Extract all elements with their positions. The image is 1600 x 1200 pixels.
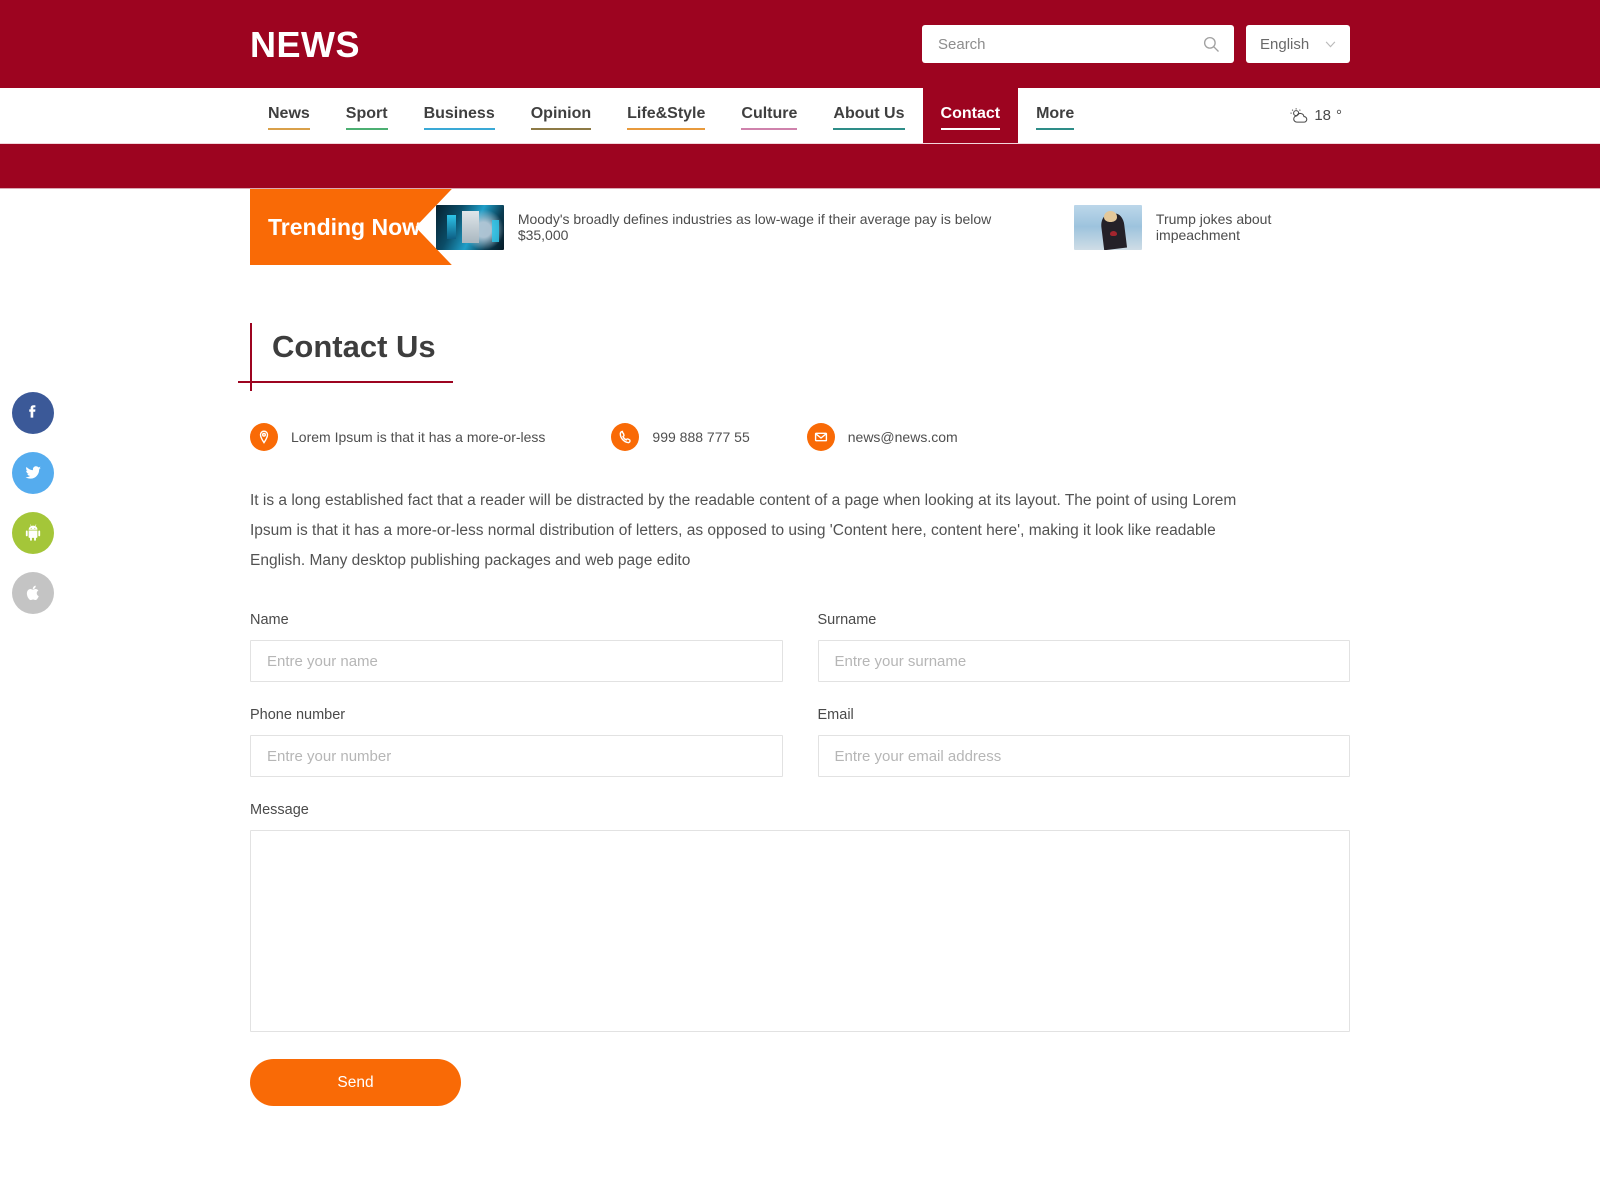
- trending-now-tag: Trending Now: [250, 189, 452, 265]
- nav-item-label: News: [268, 105, 310, 130]
- site-header: NEWS English: [0, 0, 1600, 88]
- phone-input[interactable]: [250, 735, 783, 777]
- send-button[interactable]: Send: [250, 1059, 461, 1106]
- android-social-button[interactable]: [12, 512, 54, 554]
- trending-thumbnail-trump: [1073, 204, 1142, 250]
- nav-item-label: More: [1036, 105, 1075, 130]
- phone-icon: [611, 423, 640, 451]
- nav-item-opinion[interactable]: Opinion: [513, 88, 609, 143]
- name-input[interactable]: [250, 640, 783, 682]
- field-email: Email: [817, 707, 1350, 777]
- nav-item-label: Business: [423, 105, 495, 130]
- nav-item-about-us[interactable]: About Us: [815, 88, 922, 143]
- nav-item-label: Contact: [940, 105, 1000, 130]
- envelope-icon: [806, 423, 835, 451]
- label-surname: Surname: [817, 612, 877, 628]
- weather-degree: °: [1336, 107, 1342, 124]
- contact-info-row: Lorem Ipsum is that it has a more-or-les…: [250, 423, 1350, 451]
- label-name: Name: [250, 612, 289, 628]
- twitter-social-button[interactable]: [12, 452, 54, 494]
- sun-behind-cloud-icon: [1290, 107, 1308, 123]
- weather-temperature: 18: [1314, 107, 1331, 124]
- trending-thumbnail-tech: [435, 204, 504, 250]
- search-box[interactable]: [922, 25, 1234, 63]
- field-name: Name: [250, 612, 783, 682]
- field-surname: Surname: [817, 612, 1350, 682]
- location-pin-icon: [250, 423, 278, 451]
- contact-email-text: news@news.com: [847, 429, 958, 445]
- contact-email[interactable]: news@news.com: [806, 423, 958, 451]
- contact-address-text: Lorem Ipsum is that it has a more-or-les…: [291, 429, 546, 445]
- nav-item-label: Opinion: [530, 105, 592, 130]
- language-select-value: English: [1260, 35, 1310, 53]
- contact-phone-text: 999 888 777 55: [652, 429, 750, 445]
- nav-item-life-style[interactable]: Life&Style: [609, 88, 723, 143]
- trending-item-title: Moody's broadly defines industries as lo…: [517, 211, 992, 243]
- main-navigation: News Sport Business Opinion Life&Style Cultur…: [0, 88, 1600, 144]
- trending-item-title: Trump jokes about impeachment: [1155, 211, 1272, 243]
- nav-item-sport[interactable]: Sport: [328, 88, 406, 143]
- secondary-red-band: [0, 144, 1600, 189]
- label-email: Email: [817, 707, 854, 723]
- facebook-icon: [29, 405, 36, 418]
- chevron-down-icon: [1325, 40, 1336, 48]
- field-message: Message: [250, 802, 1350, 1037]
- apple-icon: [26, 585, 39, 601]
- contact-phone[interactable]: 999 888 777 55: [611, 423, 750, 451]
- main-content: Contact Us Lorem Ipsum is that it has a …: [238, 265, 1350, 1106]
- twitter-icon: [25, 466, 41, 479]
- contact-address[interactable]: Lorem Ipsum is that it has a more-or-les…: [250, 423, 545, 451]
- field-phone: Phone number: [250, 707, 783, 777]
- search-input[interactable]: [936, 34, 1202, 54]
- nav-item-business[interactable]: Business: [406, 88, 513, 143]
- intro-paragraph: It is a long established fact that a rea…: [250, 492, 1237, 569]
- trending-item[interactable]: Moody's broadly defines industries as lo…: [435, 189, 1026, 265]
- weather-widget: 18 °: [1289, 88, 1350, 143]
- nav-item-contact[interactable]: Contact: [922, 88, 1019, 143]
- social-rail: [12, 392, 54, 614]
- nav-item-label: About Us: [833, 105, 905, 130]
- label-message: Message: [250, 802, 309, 818]
- label-phone: Phone number: [250, 707, 346, 723]
- facebook-social-button[interactable]: [12, 392, 54, 434]
- nav-item-news[interactable]: News: [250, 88, 328, 143]
- nav-item-more[interactable]: More: [1018, 88, 1092, 143]
- trending-bar: Trending Now Moody's broadly defines ind…: [250, 189, 1350, 265]
- site-logo[interactable]: NEWS: [250, 27, 360, 63]
- apple-social-button[interactable]: [12, 572, 54, 614]
- message-textarea[interactable]: [250, 830, 1350, 1032]
- nav-item-label: Sport: [345, 105, 388, 130]
- page-title-block: Contact Us: [238, 323, 465, 397]
- search-icon[interactable]: [1202, 35, 1220, 53]
- title-accent-horizontal-line: [238, 381, 453, 383]
- nav-item-culture[interactable]: Culture: [723, 88, 815, 143]
- android-icon: [25, 524, 41, 541]
- surname-input[interactable]: [817, 640, 1350, 682]
- language-select[interactable]: English: [1246, 25, 1350, 63]
- nav-item-label: Life&Style: [627, 105, 706, 130]
- email-input[interactable]: [817, 735, 1350, 777]
- contact-form: Name Surname Phone number Email Message: [250, 612, 1350, 1106]
- nav-item-label: Culture: [741, 105, 798, 130]
- page-title: Contact Us: [272, 329, 436, 364]
- trending-item[interactable]: Trump jokes about impeachment: [1073, 189, 1350, 265]
